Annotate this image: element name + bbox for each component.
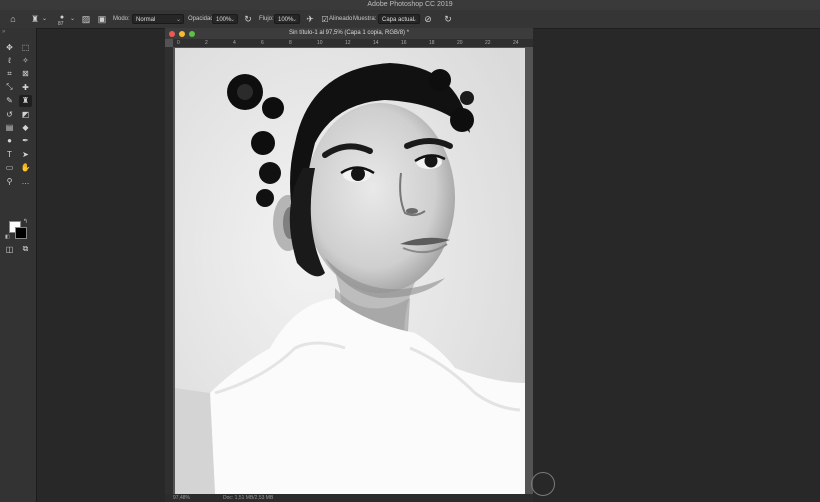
pressure-opacity-icon[interactable]: ↻ — [242, 13, 254, 25]
portrait-photo — [175, 48, 525, 494]
status-zoom-level: 97,48% — [173, 495, 190, 501]
document-title-bar[interactable]: Sin título-1 al 97,5% (Capa 1 copia, RGB… — [165, 28, 533, 39]
ruler-tick-label: 2 — [205, 40, 208, 46]
sample-select[interactable]: Capa actual ⌄ — [378, 14, 420, 24]
aligned-label: Alineado — [329, 16, 353, 22]
eyedropper-tool[interactable]: ⤡ — [3, 81, 16, 93]
pressure-size-icon[interactable]: ↻ — [442, 13, 454, 25]
chevron-down-icon: ⌄ — [229, 17, 235, 23]
ruler-tick-label: 4 — [233, 40, 236, 46]
path-selection-tool[interactable]: ➤ — [19, 148, 32, 160]
magic-wand-tool[interactable]: ✧ — [19, 54, 32, 66]
preset-picker-chevron-down-icon[interactable]: ⌄ — [42, 13, 47, 25]
blur-tool[interactable]: ◆ — [19, 121, 32, 133]
default-colors-icon[interactable]: ◧ — [5, 234, 10, 240]
opacity-input[interactable]: 100% ⌄ — [212, 14, 238, 24]
more-tools[interactable]: … — [19, 175, 32, 187]
brush-cursor — [531, 472, 555, 496]
brush-picker-chevron-down-icon[interactable]: ⌄ — [70, 13, 75, 25]
document-title: Sin título-1 al 97,5% (Capa 1 copia, RGB… — [288, 30, 410, 36]
mode-label: Modo: — [113, 16, 130, 22]
vertical-ruler[interactable] — [165, 47, 173, 502]
rectangle-tool[interactable]: ▭ — [3, 162, 16, 174]
collapse-panel-icon[interactable]: » — [2, 29, 5, 35]
healing-brush-tool[interactable]: ✚ — [19, 81, 32, 93]
brush-settings-panel-icon[interactable]: ▨ — [80, 13, 92, 25]
flow-label: Flujo: — [259, 16, 274, 22]
dodge-tool[interactable]: ● — [3, 135, 16, 147]
eraser-tool[interactable]: ◩ — [19, 108, 32, 120]
move-tool[interactable]: ✥ — [3, 41, 16, 53]
chevron-down-icon: ⌄ — [411, 17, 417, 23]
chevron-down-icon: ⌄ — [175, 17, 181, 23]
ignore-adjustment-layers-icon[interactable]: ⊘ — [422, 13, 434, 25]
lasso-tool[interactable]: ℓ — [3, 54, 16, 66]
ruler-tick-label: 8 — [289, 40, 292, 46]
image-canvas[interactable] — [175, 48, 525, 494]
ruler-tick-label: 18 — [429, 40, 435, 46]
brush-size-value: 87 — [58, 21, 64, 27]
app-title: Adobe Photoshop CC 2019 — [367, 1, 453, 8]
ruler-tick-label: 24 — [513, 40, 519, 46]
ruler-tick-label: 22 — [485, 40, 491, 46]
airbrush-icon[interactable]: ✈ — [304, 13, 316, 25]
status-document-size: Doc: 1,51 MB/2,53 MB — [223, 495, 274, 501]
ruler-tick-label: 6 — [261, 40, 264, 46]
clone-stamp-preset-icon[interactable]: ♜ — [29, 13, 41, 25]
app-title-bar: Adobe Photoshop CC 2019 — [0, 0, 820, 10]
history-brush-tool[interactable]: ↺ — [3, 108, 16, 120]
brush-tool[interactable]: ✎ — [3, 95, 16, 107]
screen-mode-icon[interactable]: ⧉ — [19, 243, 32, 255]
clone-source-panel-icon[interactable]: ▣ — [96, 13, 108, 25]
clone-stamp-tool[interactable]: ♜ — [19, 94, 32, 107]
zoom-tool[interactable]: ⚲ — [3, 175, 16, 187]
ruler-tick-label: 20 — [457, 40, 463, 46]
tools-panel: » ✥ ⬚ ℓ ✧ ⌗ ⊠ ⤡ ✚ ✎ ♜ ↺ ◩ ▤ ◆ ● ✒ T ➤ ▭ ✋ ⚲… ↰ ◧ ◫ ⧉ — [0, 28, 37, 502]
swap-colors-icon[interactable]: ↰ — [23, 218, 28, 225]
ruler-tick-label: 14 — [373, 40, 379, 46]
ruler-tick-label: 0 — [177, 40, 180, 46]
sample-label: Muestra: — [353, 16, 377, 22]
type-tool[interactable]: T — [3, 148, 16, 160]
background-color-swatch[interactable] — [15, 227, 27, 239]
marquee-tool[interactable]: ⬚ — [19, 41, 32, 53]
gradient-tool[interactable]: ▤ — [3, 121, 16, 133]
document-window: Sin título-1 al 97,5% (Capa 1 copia, RGB… — [165, 28, 533, 502]
quick-mask-icon[interactable]: ◫ — [3, 243, 16, 255]
ruler-tick-label: 10 — [317, 40, 323, 46]
sample-select-value: Capa actual — [382, 17, 415, 23]
horizontal-ruler[interactable]: 0 2 4 6 8 10 12 14 16 18 20 22 24 — [173, 39, 533, 47]
document-status-bar: 97,48% Doc: 1,51 MB/2,53 MB — [165, 494, 533, 502]
mode-select-value: Normal — [136, 17, 156, 23]
hand-tool[interactable]: ✋ — [19, 162, 32, 174]
options-bar: ⌂ ♜ ⌄ ● 87 ⌄ ▨ ▣ Modo: Normal ⌄ Opacidad… — [0, 10, 820, 29]
flow-input[interactable]: 100% ⌄ — [274, 14, 300, 24]
ruler-tick-label: 12 — [345, 40, 351, 46]
pen-tool[interactable]: ✒ — [19, 135, 32, 147]
home-icon[interactable]: ⌂ — [7, 13, 19, 25]
frame-tool[interactable]: ⊠ — [19, 68, 32, 80]
chevron-down-icon: ⌄ — [291, 17, 297, 23]
ruler-tick-label: 16 — [401, 40, 407, 46]
crop-tool[interactable]: ⌗ — [3, 68, 16, 80]
mode-select[interactable]: Normal ⌄ — [132, 14, 184, 24]
